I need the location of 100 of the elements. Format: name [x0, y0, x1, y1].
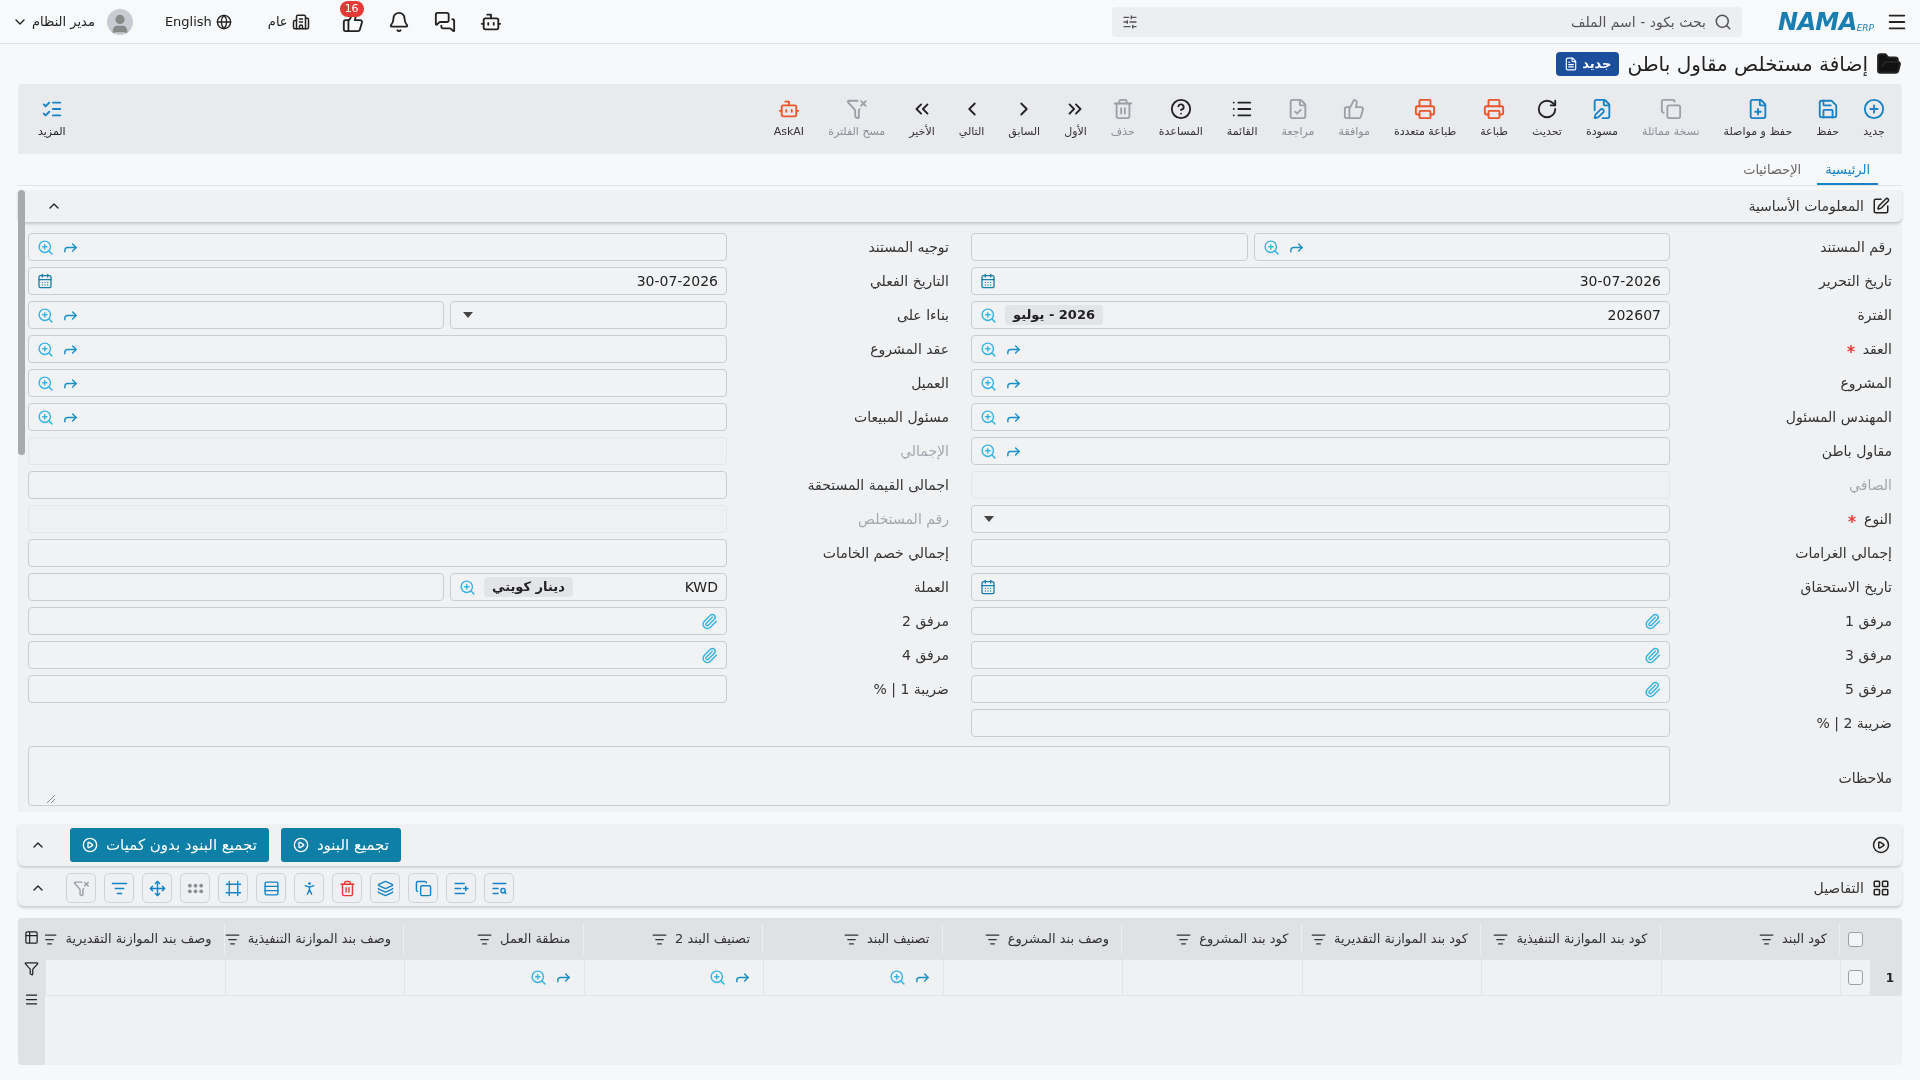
lookup-field[interactable] — [971, 335, 1670, 363]
tool-button[interactable] — [218, 873, 248, 903]
play-icon[interactable] — [1872, 836, 1890, 854]
toolbar-button[interactable]: تحديث — [1523, 93, 1571, 145]
input-field[interactable] — [28, 471, 727, 499]
toolbar-button[interactable]: الأول — [1055, 93, 1096, 145]
bell-icon[interactable] — [387, 10, 410, 33]
branch-link[interactable]: عام — [267, 11, 288, 32]
dropdown-field[interactable] — [971, 505, 1670, 533]
filter-icon[interactable] — [843, 931, 859, 947]
search-icon[interactable] — [709, 969, 726, 986]
column-header[interactable]: منطقة العمل — [404, 924, 584, 954]
search-icon[interactable] — [459, 578, 476, 596]
toolbar-button[interactable]: المساعدة — [1149, 93, 1212, 145]
attachment-field[interactable] — [971, 641, 1670, 669]
column-header[interactable]: كود بند المشروع — [1122, 924, 1302, 954]
toolbar-button[interactable]: حفظ — [1807, 93, 1848, 145]
filter-icon[interactable] — [1121, 13, 1138, 30]
search-icon[interactable] — [529, 969, 547, 986]
search-icon[interactable] — [37, 306, 54, 324]
lookup-field[interactable] — [28, 403, 727, 431]
attachment-field[interactable] — [971, 607, 1670, 635]
scrollbar-thumb[interactable] — [18, 190, 25, 455]
toolbar-button[interactable]: حفظ و مواصلة — [1714, 93, 1802, 145]
paperclip-icon[interactable] — [701, 646, 718, 664]
tool-button[interactable] — [370, 873, 400, 903]
lookup-field[interactable] — [1254, 233, 1670, 261]
attachment-field[interactable] — [28, 641, 727, 669]
search-icon[interactable] — [980, 340, 997, 358]
paperclip-icon[interactable] — [1644, 612, 1661, 630]
toolbar-button[interactable]: طباعة متعددة — [1384, 93, 1466, 145]
filter-icon[interactable] — [1493, 931, 1509, 947]
action-button[interactable]: تجميع البنود — [280, 828, 401, 862]
tool-button[interactable] — [446, 873, 476, 903]
filter-icon[interactable] — [477, 931, 493, 947]
search-icon[interactable] — [37, 340, 54, 358]
input-field[interactable] — [971, 709, 1670, 737]
toolbar-button[interactable]: السابق — [999, 93, 1050, 145]
more-button[interactable]: المزيد — [26, 97, 78, 141]
tool-button[interactable] — [180, 873, 210, 903]
lookup-field[interactable] — [971, 437, 1670, 465]
search-icon[interactable] — [980, 374, 997, 392]
filter-icon[interactable] — [1311, 931, 1326, 947]
filter-icon[interactable] — [24, 961, 39, 976]
toolbar-button[interactable]: التالي — [949, 93, 994, 145]
tab[interactable]: الإحصائيات — [1735, 159, 1810, 185]
tool-button[interactable] — [294, 873, 324, 903]
column-header[interactable]: وصف بند المشروع — [942, 924, 1122, 954]
filter-icon[interactable] — [1176, 931, 1192, 947]
toolbar-button[interactable]: الأخير — [900, 93, 944, 145]
column-header[interactable]: كود بند الموازنة التنفيذية — [1481, 924, 1661, 954]
tool-button[interactable] — [484, 873, 514, 903]
lookup-field[interactable] — [971, 369, 1670, 397]
date-field[interactable] — [971, 573, 1670, 601]
column-header[interactable]: كود البند — [1660, 924, 1840, 954]
lookup-field[interactable] — [28, 335, 727, 363]
calendar-icon[interactable] — [980, 273, 996, 289]
column-header[interactable]: تصنيف البند 2 — [583, 924, 763, 954]
lookup-field[interactable] — [28, 233, 727, 261]
calendar-icon[interactable] — [37, 273, 53, 289]
menu-icon[interactable] — [24, 992, 39, 1007]
tool-button[interactable] — [256, 873, 286, 903]
calendar-icon[interactable] — [980, 579, 996, 595]
paperclip-icon[interactable] — [1644, 680, 1661, 698]
input-field[interactable] — [971, 539, 1670, 567]
column-header[interactable]: تصنيف البند — [763, 924, 943, 954]
search-icon[interactable] — [37, 408, 54, 426]
input-field[interactable] — [28, 539, 727, 567]
user-name[interactable]: مدير النظام — [32, 11, 95, 32]
filter-icon[interactable] — [652, 931, 667, 947]
column-header[interactable]: كود بند الموازنة التقديرية — [1301, 924, 1481, 954]
resize-grip-icon[interactable] — [47, 795, 55, 803]
lookup-field[interactable] — [28, 301, 444, 329]
input-field[interactable] — [28, 573, 444, 601]
tab[interactable]: الرئيسية — [1817, 159, 1878, 185]
toolbar-button[interactable]: القائمة — [1217, 93, 1267, 145]
date-field[interactable]: 30-07-2026 — [971, 267, 1670, 295]
search-icon[interactable] — [37, 374, 54, 392]
lookup-field[interactable] — [971, 403, 1670, 431]
tool-button[interactable] — [104, 873, 134, 903]
search-icon[interactable] — [980, 442, 997, 460]
tool-button[interactable] — [142, 873, 172, 903]
toolbar-button[interactable]: AskAI — [764, 93, 814, 145]
dropdown-field[interactable] — [450, 301, 727, 329]
table-icon[interactable] — [24, 930, 39, 945]
filter-icon[interactable] — [1758, 931, 1774, 947]
input-field[interactable] — [28, 675, 727, 703]
filter-icon[interactable] — [224, 931, 240, 947]
search-icon[interactable] — [37, 238, 54, 256]
checkbox[interactable] — [1847, 931, 1863, 947]
paperclip-icon[interactable] — [701, 612, 718, 630]
column-header[interactable]: وصف بند الموازنة التنفيذية — [224, 924, 404, 954]
search-icon[interactable] — [980, 408, 997, 426]
notes-field[interactable] — [28, 746, 1670, 806]
tool-button[interactable] — [332, 873, 362, 903]
chat-icon[interactable] — [433, 10, 456, 33]
date-field[interactable]: 30-07-2026 — [28, 267, 727, 295]
search-icon[interactable] — [1263, 238, 1280, 256]
lookup-field[interactable] — [28, 369, 727, 397]
tool-button[interactable] — [408, 873, 438, 903]
